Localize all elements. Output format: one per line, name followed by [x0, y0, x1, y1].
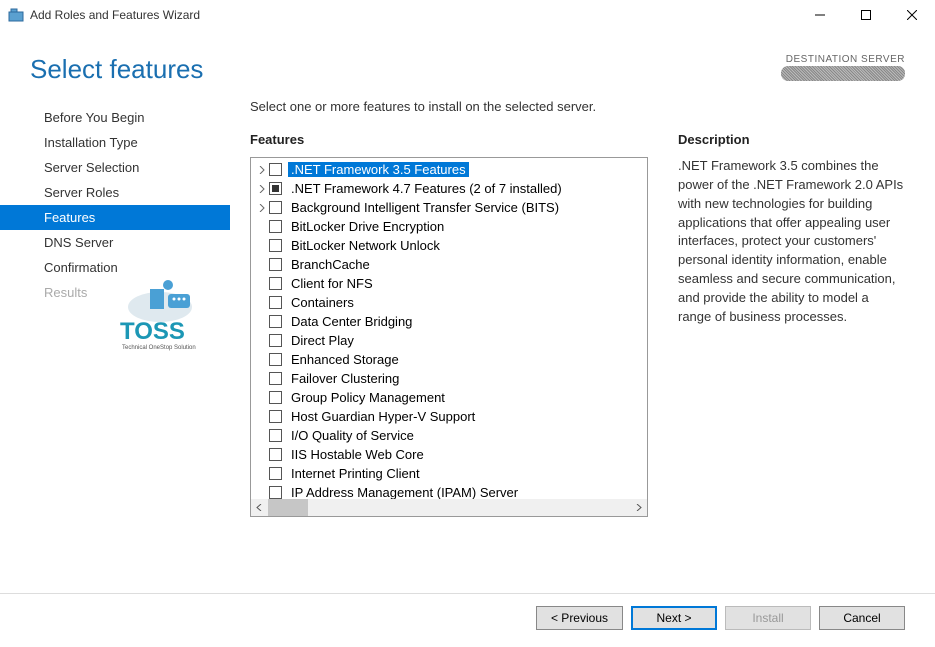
feature-checkbox[interactable]: [269, 334, 282, 347]
scroll-right-button[interactable]: [630, 499, 647, 516]
nav-item-server-roles[interactable]: Server Roles: [0, 180, 230, 205]
scroll-left-button[interactable]: [251, 499, 268, 516]
next-button[interactable]: Next >: [631, 606, 717, 630]
feature-row[interactable]: BitLocker Drive Encryption: [251, 217, 647, 236]
feature-row[interactable]: Group Policy Management: [251, 388, 647, 407]
features-tree: .NET Framework 3.5 Features .NET Framewor…: [250, 157, 648, 517]
feature-checkbox[interactable]: [269, 410, 282, 423]
feature-label[interactable]: Group Policy Management: [288, 390, 448, 405]
feature-row[interactable]: Direct Play: [251, 331, 647, 350]
feature-row[interactable]: Data Center Bridging: [251, 312, 647, 331]
features-scroll[interactable]: .NET Framework 3.5 Features .NET Framewor…: [251, 158, 647, 499]
destination-server-badge: DESTINATION SERVER: [781, 54, 905, 81]
features-header: Features: [250, 132, 648, 147]
instruction-text: Select one or more features to install o…: [250, 99, 905, 114]
feature-row[interactable]: IP Address Management (IPAM) Server: [251, 483, 647, 499]
feature-row[interactable]: .NET Framework 3.5 Features: [251, 160, 647, 179]
nav-item-dns-server[interactable]: DNS Server: [0, 230, 230, 255]
expand-icon[interactable]: [255, 182, 269, 196]
feature-label[interactable]: Containers: [288, 295, 357, 310]
feature-row[interactable]: BranchCache: [251, 255, 647, 274]
feature-label[interactable]: IP Address Management (IPAM) Server: [288, 485, 521, 499]
description-header: Description: [678, 132, 905, 147]
feature-row[interactable]: Enhanced Storage: [251, 350, 647, 369]
feature-checkbox[interactable]: [269, 239, 282, 252]
feature-checkbox[interactable]: [269, 448, 282, 461]
feature-row[interactable]: IIS Hostable Web Core: [251, 445, 647, 464]
footer: < Previous Next > Install Cancel: [0, 593, 935, 630]
nav-item-before-you-begin[interactable]: Before You Begin: [0, 105, 230, 130]
feature-checkbox[interactable]: [269, 201, 282, 214]
maximize-button[interactable]: [843, 0, 889, 30]
nav-item-installation-type[interactable]: Installation Type: [0, 130, 230, 155]
nav-item-server-selection[interactable]: Server Selection: [0, 155, 230, 180]
close-button[interactable]: [889, 0, 935, 30]
feature-label[interactable]: BranchCache: [288, 257, 373, 272]
previous-button[interactable]: < Previous: [536, 606, 623, 630]
window-title: Add Roles and Features Wizard: [30, 8, 797, 22]
feature-label[interactable]: Client for NFS: [288, 276, 376, 291]
destination-server-name: [781, 66, 905, 81]
feature-label[interactable]: BitLocker Drive Encryption: [288, 219, 447, 234]
feature-checkbox[interactable]: [269, 353, 282, 366]
install-button: Install: [725, 606, 811, 630]
feature-label[interactable]: Internet Printing Client: [288, 466, 423, 481]
minimize-button[interactable]: [797, 0, 843, 30]
destination-label: DESTINATION SERVER: [781, 54, 905, 65]
titlebar: Add Roles and Features Wizard: [0, 0, 935, 30]
header: Select features DESTINATION SERVER: [0, 30, 935, 95]
feature-label[interactable]: .NET Framework 4.7 Features (2 of 7 inst…: [288, 181, 565, 196]
feature-checkbox[interactable]: [269, 258, 282, 271]
feature-label[interactable]: Direct Play: [288, 333, 357, 348]
horizontal-scrollbar[interactable]: [251, 499, 647, 516]
feature-row[interactable]: Failover Clustering: [251, 369, 647, 388]
svg-text:Technical OneStop Solution: Technical OneStop Solution: [122, 345, 196, 351]
expand-icon[interactable]: [255, 163, 269, 177]
feature-checkbox[interactable]: [269, 315, 282, 328]
wizard-nav: Before You BeginInstallation TypeServer …: [0, 95, 230, 585]
feature-row[interactable]: Containers: [251, 293, 647, 312]
feature-checkbox[interactable]: [269, 372, 282, 385]
feature-label[interactable]: BitLocker Network Unlock: [288, 238, 443, 253]
feature-row[interactable]: I/O Quality of Service: [251, 426, 647, 445]
svg-text:TOSS: TOSS: [120, 318, 185, 345]
feature-label[interactable]: .NET Framework 3.5 Features: [288, 162, 469, 177]
feature-row[interactable]: Client for NFS: [251, 274, 647, 293]
feature-checkbox[interactable]: [269, 182, 282, 195]
description-text: .NET Framework 3.5 combines the power of…: [678, 157, 905, 327]
app-icon: [8, 7, 24, 23]
feature-label[interactable]: Background Intelligent Transfer Service …: [288, 200, 562, 215]
window-controls: [797, 0, 935, 30]
feature-row[interactable]: Background Intelligent Transfer Service …: [251, 198, 647, 217]
hscroll-thumb[interactable]: [268, 499, 308, 516]
feature-row[interactable]: Internet Printing Client: [251, 464, 647, 483]
feature-label[interactable]: Enhanced Storage: [288, 352, 402, 367]
feature-checkbox[interactable]: [269, 163, 282, 176]
watermark-logo: TOSS Technical OneStop Solution: [112, 277, 222, 360]
feature-label[interactable]: I/O Quality of Service: [288, 428, 417, 443]
feature-checkbox[interactable]: [269, 486, 282, 499]
feature-label[interactable]: Data Center Bridging: [288, 314, 415, 329]
expand-icon[interactable]: [255, 201, 269, 215]
feature-row[interactable]: .NET Framework 4.7 Features (2 of 7 inst…: [251, 179, 647, 198]
page-title: Select features: [30, 54, 203, 85]
feature-checkbox[interactable]: [269, 467, 282, 480]
feature-label[interactable]: IIS Hostable Web Core: [288, 447, 427, 462]
feature-checkbox[interactable]: [269, 277, 282, 290]
feature-checkbox[interactable]: [269, 391, 282, 404]
feature-checkbox[interactable]: [269, 429, 282, 442]
feature-row[interactable]: Host Guardian Hyper-V Support: [251, 407, 647, 426]
feature-label[interactable]: Host Guardian Hyper-V Support: [288, 409, 478, 424]
feature-label[interactable]: Failover Clustering: [288, 371, 402, 386]
nav-item-features[interactable]: Features: [0, 205, 230, 230]
feature-checkbox[interactable]: [269, 220, 282, 233]
feature-row[interactable]: BitLocker Network Unlock: [251, 236, 647, 255]
feature-checkbox[interactable]: [269, 296, 282, 309]
cancel-button[interactable]: Cancel: [819, 606, 905, 630]
